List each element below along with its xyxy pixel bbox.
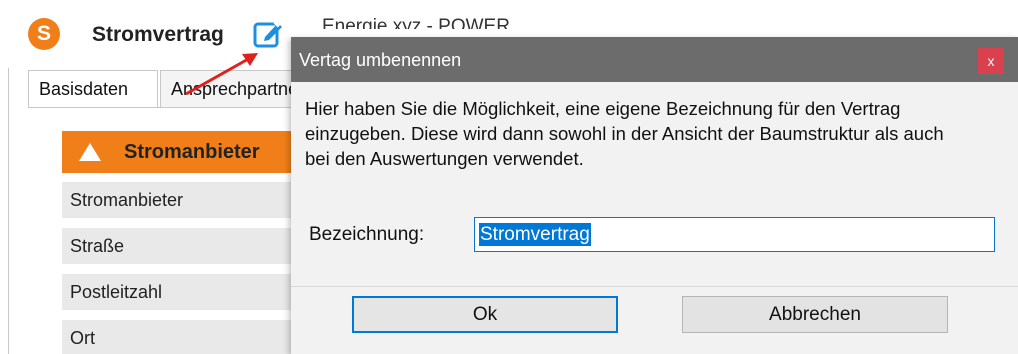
section-title: Stromanbieter xyxy=(124,141,260,163)
section-header-stromanbieter[interactable]: Stromanbieter xyxy=(62,131,294,173)
name-input[interactable]: Stromvertrag xyxy=(474,217,995,252)
dialog-description: Hier haben Sie die Möglichkeit, eine eig… xyxy=(305,98,944,169)
name-input-value: Stromvertrag xyxy=(479,223,591,246)
close-button[interactable]: x xyxy=(978,48,1004,74)
cancel-button[interactable]: Abbrechen xyxy=(682,296,948,333)
app-logo: S xyxy=(28,18,60,50)
field-label-stromanbieter: Stromanbieter xyxy=(62,182,294,218)
contract-subtitle: Energie xyz - POWER xyxy=(322,16,510,29)
rename-dialog: Vertag umbenennen x Hier haben Sie die M… xyxy=(291,37,1018,354)
field-label-strasse: Straße xyxy=(62,228,294,264)
name-field-label: Bezeichnung: xyxy=(309,224,425,245)
dialog-titlebar[interactable]: Vertag umbenennen x xyxy=(291,37,1018,82)
tab-basisdaten[interactable]: Basisdaten xyxy=(28,70,158,108)
field-label-postleitzahl: Postleitzahl xyxy=(62,274,294,310)
field-label-ort: Ort xyxy=(62,320,294,354)
ok-button[interactable]: Ok xyxy=(352,296,618,333)
dialog-body: Hier haben Sie die Möglichkeit, eine eig… xyxy=(291,82,1018,354)
dialog-footer: Ok Abbrechen xyxy=(291,287,1018,354)
dialog-title: Vertag umbenennen xyxy=(299,50,462,70)
warning-icon xyxy=(79,143,101,161)
annotation-arrow xyxy=(185,53,258,96)
